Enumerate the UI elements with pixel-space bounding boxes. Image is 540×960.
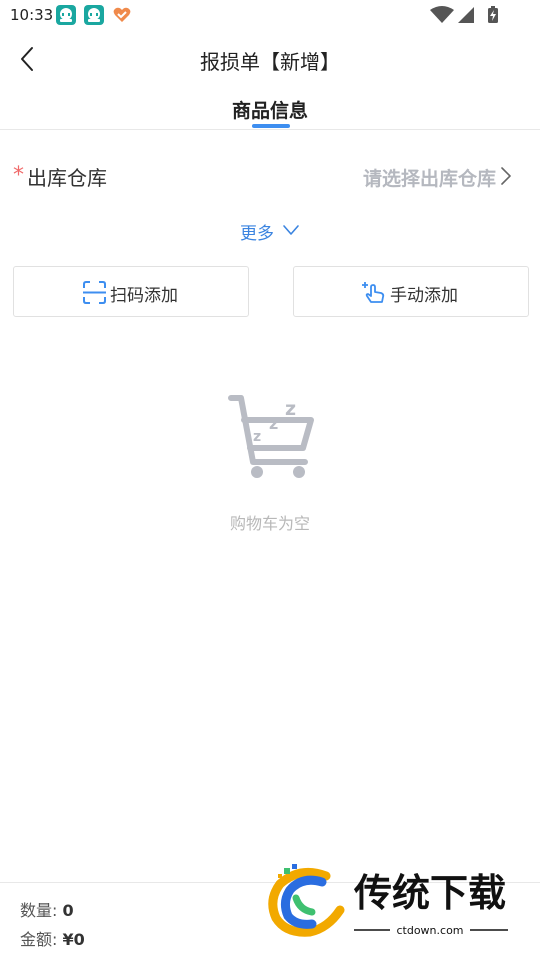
tab-product-info[interactable]: 商品信息 (0, 96, 540, 123)
chevron-right-icon (501, 167, 511, 185)
svg-text:z: z (253, 429, 261, 445)
tab-bar: 商品信息 (0, 92, 540, 130)
nav-header: 报损单【新增】 (0, 34, 540, 84)
scan-add-button[interactable]: 扫码添加 (13, 266, 249, 317)
empty-state-text: 购物车为空 (229, 514, 310, 533)
amount-value: ¥0 (62, 930, 85, 949)
warehouse-label: 出库仓库 (27, 166, 107, 190)
manual-add-button[interactable]: 手动添加 (293, 266, 529, 317)
battery-icon (488, 6, 498, 23)
heart-app-icon (113, 7, 131, 22)
signal-icon (458, 7, 474, 23)
more-label[interactable]: 更多 (240, 219, 274, 244)
watermark-brand: 传统下载 (353, 871, 506, 915)
status-time: 10:33 (10, 6, 54, 24)
app-badge-icon (56, 5, 76, 25)
warehouse-placeholder[interactable]: 请选择出库仓库 (363, 164, 496, 191)
chevron-down-icon (283, 225, 299, 235)
required-mark: * (13, 163, 24, 188)
warehouse-selector[interactable]: * 出库仓库 请选择出库仓库 (0, 150, 540, 202)
sleeping-cart-icon: z z z (228, 395, 314, 478)
watermark-url: ctdown.com (396, 924, 463, 937)
amount-label: 金额: (20, 930, 58, 949)
quantity-label: 数量: (20, 901, 58, 920)
svg-text:z: z (269, 414, 278, 433)
status-icons (430, 6, 498, 23)
status-bar: 10:33 (0, 0, 540, 30)
hand-tap-icon (362, 282, 385, 303)
svg-text:z: z (285, 398, 296, 420)
quantity-summary: 数量: 0 (20, 897, 74, 921)
tab-indicator (252, 124, 290, 128)
amount-summary: 金额: ¥0 (20, 926, 85, 950)
watermark-logo: 传统下载 ctdown.com (268, 864, 508, 937)
wifi-icon (430, 6, 454, 23)
page-title: 报损单【新增】 (200, 50, 340, 74)
manual-add-label: 手动添加 (390, 286, 458, 306)
quantity-value: 0 (62, 901, 74, 920)
more-toggle[interactable]: 更多 (0, 216, 540, 244)
app-badge-icon (84, 5, 104, 25)
scan-add-label: 扫码添加 (110, 286, 178, 306)
scan-icon (83, 281, 106, 304)
